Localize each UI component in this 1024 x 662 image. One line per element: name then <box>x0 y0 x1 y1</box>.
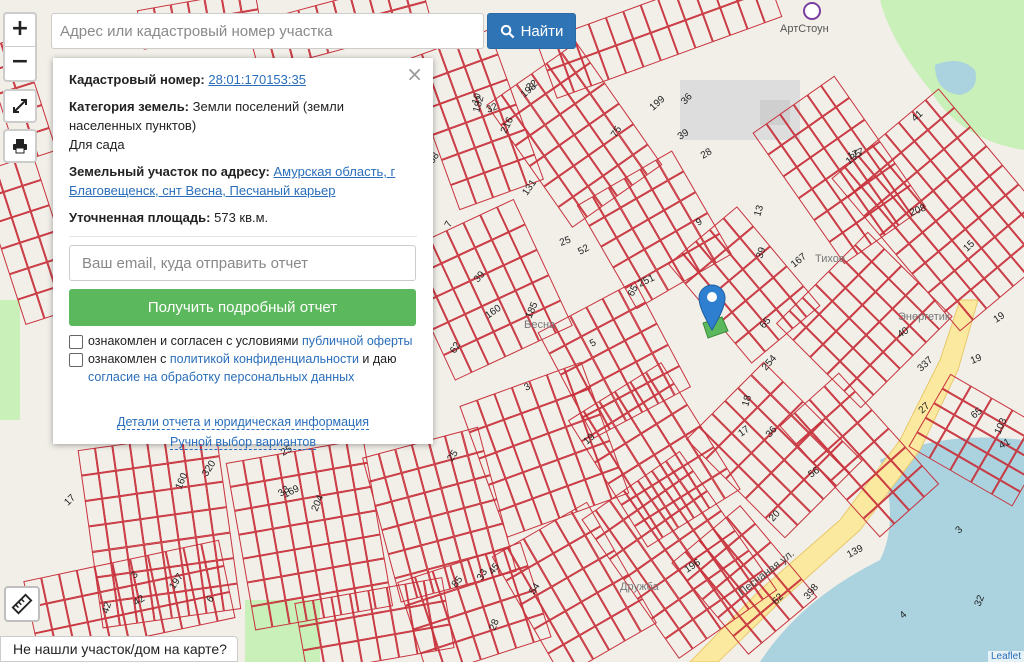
cadastral-number-label: Кадастровый номер: <box>69 72 205 87</box>
report-details-link[interactable]: Детали отчета и юридическая информация <box>117 415 369 430</box>
place-label-druzhba: Дружба <box>620 581 660 593</box>
fullscreen-icon <box>13 99 27 113</box>
search-input[interactable] <box>51 13 484 49</box>
personal-data-consent-link[interactable]: согласие на обработку персональных данны… <box>88 370 354 384</box>
area-value: 573 кв.м. <box>214 210 269 225</box>
email-field[interactable] <box>69 245 416 281</box>
get-report-button[interactable]: Получить подробный отчет <box>69 289 416 326</box>
land-category-label: Категория земель: <box>69 99 190 114</box>
place-label-energetik: Энергетик <box>898 311 950 323</box>
divider <box>69 236 417 237</box>
cadastral-number-link[interactable]: 28:01:170153:35 <box>208 72 306 87</box>
fullscreen-button[interactable] <box>3 89 37 123</box>
search-icon <box>500 24 514 38</box>
area-row: Уточненная площадь: 573 кв.м. <box>69 208 417 227</box>
consent-offer: ознакомлен и согласен с условиями публич… <box>69 332 417 350</box>
place-label-tikhoe: Тихое <box>815 253 845 265</box>
address-row: Земельный участок по адресу: Амурская об… <box>69 162 417 200</box>
zoom-in-button[interactable]: + <box>5 14 35 46</box>
search-button[interactable]: Найти <box>487 13 576 49</box>
ruler-icon <box>11 593 33 615</box>
public-offer-link[interactable]: публичной оферты <box>302 334 412 348</box>
offer-checkbox[interactable] <box>69 335 83 349</box>
measure-button[interactable] <box>4 586 40 622</box>
close-icon[interactable]: × <box>406 62 423 86</box>
manual-selection-link[interactable]: Ручной выбор вариантов <box>170 435 316 450</box>
panel-links: Детали отчета и юридическая информация Р… <box>69 412 417 452</box>
land-category-row: Категория земель: Земли поселений (земли… <box>69 97 417 154</box>
privacy-checkbox[interactable] <box>69 353 83 367</box>
zoom-control: + − <box>3 12 37 82</box>
address-label: Земельный участок по адресу: <box>69 164 270 179</box>
area-label: Уточненная площадь: <box>69 210 211 225</box>
parcel-info-panel: × Кадастровый номер: 28:01:170153:35 Кат… <box>53 58 433 450</box>
cadastral-number-row: Кадастровый номер: 28:01:170153:35 <box>69 70 417 89</box>
print-button[interactable] <box>3 129 37 163</box>
consent-privacy-text: ознакомлен с политикой конфиденциальност… <box>88 352 397 384</box>
print-icon <box>13 139 27 154</box>
artstoun-poi-icon[interactable] <box>803 2 821 20</box>
privacy-policy-link[interactable]: политикой конфиденциальности <box>170 352 359 366</box>
consent-offer-text: ознакомлен и согласен с условиями публич… <box>88 334 413 348</box>
place-label-vesna: Весна <box>524 319 556 331</box>
map-attribution[interactable]: Leaflet <box>987 651 1024 662</box>
search-button-label: Найти <box>520 22 564 40</box>
not-found-button[interactable]: Не нашли участок/дом на карте? <box>0 636 238 662</box>
zoom-out-button[interactable]: − <box>5 46 35 79</box>
place-label-artstoun: АртСтоун <box>780 23 829 35</box>
land-usage-value: Для сада <box>69 137 125 152</box>
consent-privacy: ознакомлен с политикой конфиденциальност… <box>69 350 417 386</box>
